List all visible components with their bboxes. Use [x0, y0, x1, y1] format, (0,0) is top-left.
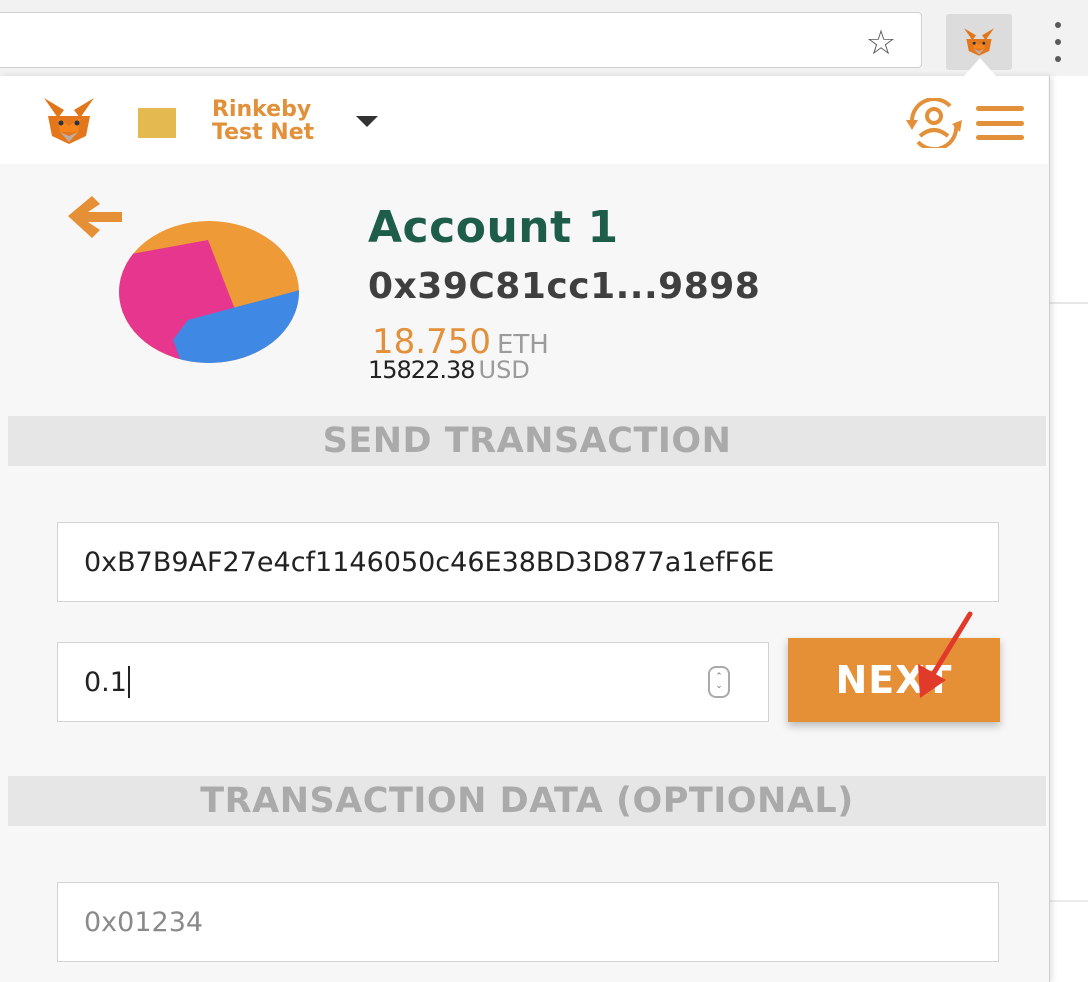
browser-toolbar: ☆ — [0, 0, 1088, 77]
metamask-popup: Rinkeby Test Net Account 1 0x39C81cc1...… — [0, 76, 1050, 982]
text-cursor — [127, 666, 130, 698]
recipient-address-value: 0xB7B9AF27e4cf1146050c46E38BD3D877a1efF6… — [84, 546, 775, 578]
address-bar[interactable] — [0, 12, 922, 68]
number-stepper-icon[interactable]: ⌃ ⌄ — [708, 666, 730, 698]
transaction-data-input[interactable]: 0x01234 — [57, 882, 999, 962]
network-name-line1: Rinkeby — [212, 97, 312, 122]
account-identicon — [119, 221, 299, 363]
annotation-arrow-icon — [918, 611, 973, 698]
recipient-address-input[interactable]: 0xB7B9AF27e4cf1146050c46E38BD3D877a1efF6… — [57, 522, 999, 602]
hamburger-menu-icon[interactable] — [976, 106, 1024, 140]
amount-input[interactable]: 0.1 — [57, 642, 769, 722]
network-selector[interactable]: Rinkeby Test Net — [212, 98, 352, 144]
page-background — [1050, 76, 1088, 982]
app-header: Rinkeby Test Net — [0, 76, 1048, 164]
metamask-logo-icon[interactable] — [40, 96, 98, 146]
network-name-line2: Test Net — [212, 120, 315, 145]
account-address[interactable]: 0x39C81cc1...9898 — [368, 266, 760, 307]
back-arrow-icon[interactable] — [66, 194, 124, 240]
metamask-fox-icon — [964, 28, 994, 56]
transaction-data-heading: TRANSACTION DATA (OPTIONAL) — [8, 776, 1046, 826]
browser-menu-icon[interactable] — [1046, 22, 1070, 62]
usd-balance-amount: 15822.38 — [368, 356, 476, 384]
amount-value: 0.1 — [84, 666, 127, 698]
transaction-data-placeholder: 0x01234 — [84, 906, 204, 938]
usd-unit: USD — [478, 356, 530, 384]
page-divider — [1050, 302, 1088, 304]
page-divider — [1050, 900, 1088, 902]
send-transaction-heading: SEND TRANSACTION — [8, 416, 1046, 466]
network-color-swatch[interactable] — [138, 108, 176, 138]
account-switch-icon[interactable] — [902, 98, 966, 148]
usd-balance: 15822.38 USD — [368, 356, 530, 384]
bookmark-star-icon[interactable]: ☆ — [858, 20, 904, 66]
popup-pointer — [964, 58, 996, 76]
chevron-down-icon[interactable] — [356, 116, 378, 127]
account-name: Account 1 — [368, 202, 619, 253]
